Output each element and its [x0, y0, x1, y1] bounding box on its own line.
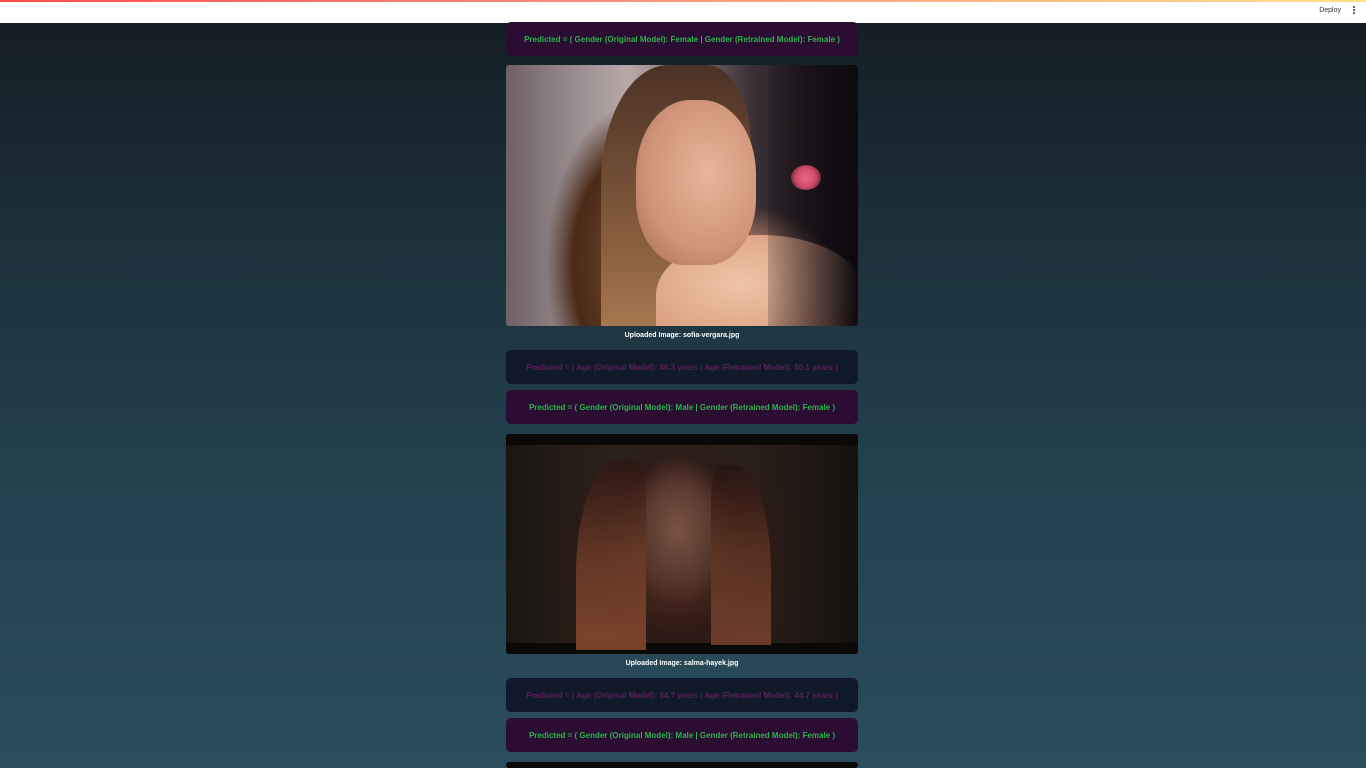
- next-uploaded-image: [506, 762, 858, 768]
- gender-prediction-text: Predicted = ( Gender (Original Model): M…: [528, 402, 836, 412]
- gender-prediction-box: Predicted = ( Gender (Original Model): M…: [506, 718, 858, 752]
- header-decoration-line: [0, 0, 1366, 2]
- deploy-button[interactable]: Deploy: [1319, 7, 1341, 14]
- age-prediction-text: Predicted = ( Age (Original Model): 34.7…: [526, 690, 838, 700]
- gender-prediction-box: Predicted = ( Gender (Original Model): M…: [506, 390, 858, 424]
- gender-prediction-box: Predicted = ( Gender (Original Model): F…: [506, 22, 858, 56]
- app-header: Deploy: [0, 0, 1366, 23]
- image-caption: Uploaded Image: sofia-vergara.jpg: [624, 332, 740, 339]
- age-prediction-text: Predicted = ( Age (Original Model): 46.3…: [526, 362, 838, 372]
- age-prediction-box: Predicted = ( Age (Original Model): 46.3…: [506, 350, 858, 384]
- gender-prediction-text: Predicted = ( Gender (Original Model): F…: [524, 34, 840, 44]
- gender-prediction-text: Predicted = ( Gender (Original Model): M…: [528, 730, 836, 740]
- uploaded-image-salma-hayek: [506, 434, 858, 654]
- age-prediction-box: Predicted = ( Age (Original Model): 34.7…: [506, 678, 858, 712]
- image-caption: Uploaded Image: salma-hayek.jpg: [625, 660, 739, 667]
- vertical-ellipsis-icon[interactable]: [1353, 6, 1356, 17]
- uploaded-image-sofia-vergara: [506, 65, 858, 326]
